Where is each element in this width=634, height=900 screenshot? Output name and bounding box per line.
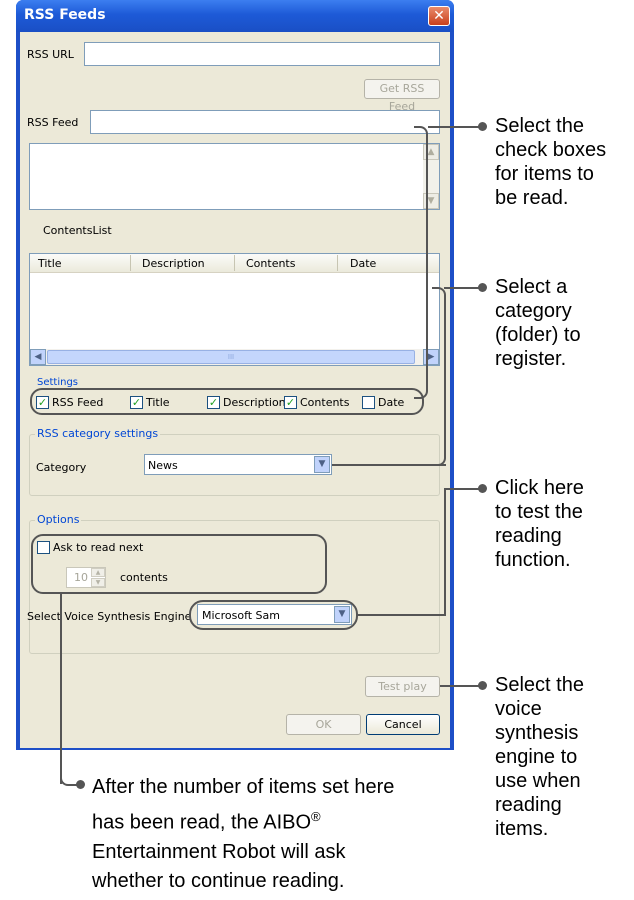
rss-url-input[interactable]	[84, 42, 440, 66]
note-line: whether to continue reading.	[92, 869, 345, 892]
ok-button[interactable]: OK	[286, 714, 361, 735]
callout-ring-engine	[189, 600, 358, 630]
note-line: use when	[495, 770, 581, 792]
callout-line	[332, 464, 446, 466]
column-divider[interactable]	[130, 255, 131, 271]
note-line: reading	[495, 794, 562, 816]
note-line: has been read, the AIBO®	[92, 802, 394, 838]
callout-dot	[478, 484, 487, 493]
note-line: items.	[495, 818, 549, 840]
options-group-title: Options	[35, 513, 82, 526]
chevron-down-icon[interactable]: ▼	[314, 456, 330, 473]
note-line: Select a	[495, 276, 568, 298]
rss-url-label: RSS URL	[27, 48, 74, 61]
callout-ring-checkboxes	[30, 388, 424, 415]
voice-engine-label: Select Voice Synthesis Engine	[27, 610, 192, 623]
callout-line	[428, 126, 480, 128]
scroll-thumb[interactable]: III	[47, 350, 415, 364]
note-line: check boxes	[495, 139, 607, 161]
note-line: After the number of items set here	[92, 776, 395, 798]
note-line: Select the	[495, 115, 584, 137]
callout-ask-note: After the number of items set here has b…	[92, 773, 394, 896]
column-divider[interactable]	[337, 255, 338, 271]
scroll-left-icon[interactable]: ◀	[30, 349, 46, 365]
note-line: category	[495, 300, 572, 322]
column-description[interactable]: Description	[142, 257, 205, 270]
callout-test-note: Click here to test the reading function.	[495, 476, 584, 572]
note-line: register.	[495, 348, 567, 370]
callout-engine-note: Select the voice synthesis engine to use…	[495, 673, 584, 841]
note-line: (folder) to	[495, 324, 581, 346]
callout-bracket-checkboxes	[414, 126, 428, 399]
category-label: Category	[36, 461, 87, 474]
note-line: voice	[495, 698, 542, 720]
test-play-button[interactable]: Test play	[365, 676, 440, 697]
get-rss-feed-button[interactable]: Get RSS Feed	[364, 79, 440, 113]
settings-group-title: Settings	[35, 377, 81, 388]
note-line: Click here	[495, 477, 584, 499]
note-line: synthesis	[495, 722, 579, 744]
callout-line	[358, 614, 444, 616]
column-divider[interactable]	[234, 255, 235, 271]
column-title[interactable]: Title	[38, 257, 62, 270]
note-line: Select the	[495, 674, 584, 696]
note-text: has been read, the AIBO	[92, 811, 312, 834]
rss-feed-label: RSS Feed	[27, 116, 79, 129]
note-line: function.	[495, 549, 571, 571]
close-button[interactable]: ✕	[428, 6, 450, 26]
callout-dot	[76, 780, 85, 789]
callout-dot	[478, 681, 487, 690]
note-line: for items to	[495, 163, 594, 185]
window-title: RSS Feeds	[24, 7, 106, 23]
contents-list-label: ContentsList	[43, 224, 112, 237]
callout-dot	[478, 122, 487, 131]
callout-line	[440, 685, 480, 687]
callout-line	[444, 488, 480, 490]
callout-ring-ask	[31, 534, 327, 594]
feed-description-area[interactable]	[29, 143, 440, 210]
column-contents[interactable]: Contents	[246, 257, 295, 270]
category-selected-value: News	[148, 459, 178, 472]
cancel-button[interactable]: Cancel	[366, 714, 440, 735]
category-settings-title: RSS category settings	[35, 427, 161, 440]
note-line: engine to	[495, 746, 578, 768]
note-line: reading	[495, 525, 562, 547]
callout-dot	[478, 283, 487, 292]
column-date[interactable]: Date	[350, 257, 376, 270]
callout-checkboxes-note: Select the check boxes for items to be r…	[495, 114, 606, 210]
callout-line	[60, 594, 62, 784]
note-line: be read.	[495, 187, 569, 209]
callout-line	[444, 287, 480, 289]
callout-line	[444, 488, 446, 616]
rss-feed-input[interactable]	[90, 110, 440, 134]
note-line: Entertainment Robot will ask	[92, 840, 346, 863]
note-line: to test the	[495, 501, 583, 523]
callout-category-note: Select a category (folder) to register.	[495, 275, 581, 371]
registered-mark: ®	[311, 809, 321, 824]
